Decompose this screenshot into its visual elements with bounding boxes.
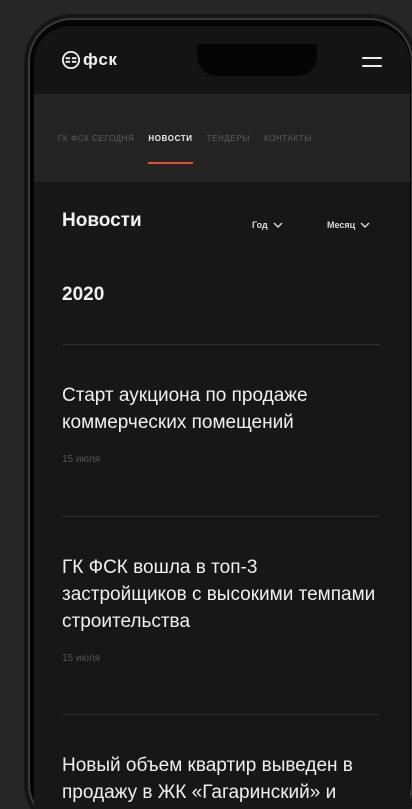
news-item[interactable]: Новый объем квартир выведен в продажу в … <box>62 752 382 809</box>
tab-tenders[interactable]: Тендеры <box>207 134 250 143</box>
news-title[interactable]: ГК ФСК вошла в топ-3 застройщиков с высо… <box>62 554 382 635</box>
news-title[interactable]: Новый объем квартир выведен в продажу в … <box>62 752 382 809</box>
menu-icon[interactable] <box>362 57 382 69</box>
month-filter-label: Месяц <box>327 220 356 230</box>
tab-news[interactable]: Новости <box>148 134 193 164</box>
news-item[interactable]: ГК ФСК вошла в топ-3 застройщиков с высо… <box>62 554 382 664</box>
section-tabs: ГК ФСК сегодня Новости Тендеры Контакты <box>34 94 410 182</box>
phone-notch <box>197 44 317 76</box>
news-date: 15 июля <box>62 653 101 664</box>
chevron-down-icon <box>273 222 283 228</box>
divider <box>62 516 380 517</box>
year-filter-label: Год <box>252 220 268 230</box>
divider <box>62 344 380 345</box>
phone-mockup-stage: фск ГК ФСК сегодня Новости Тендеры Конта… <box>0 0 412 809</box>
news-title[interactable]: Старт аукциона по продаже коммерческих п… <box>62 382 382 436</box>
year-heading: 2020 <box>62 284 105 305</box>
year-filter[interactable]: Год <box>252 220 283 230</box>
brand-logo-text: фск <box>83 50 118 69</box>
tab-contacts[interactable]: Контакты <box>264 134 312 143</box>
chevron-down-icon <box>360 222 370 228</box>
divider <box>62 714 380 715</box>
brand-logo[interactable]: фск <box>62 50 117 70</box>
news-date: 15 июля <box>62 454 101 465</box>
tab-company-today[interactable]: ГК ФСК сегодня <box>58 134 134 143</box>
month-filter[interactable]: Месяц <box>327 220 370 230</box>
phone-screen: фск ГК ФСК сегодня Новости Тендеры Конта… <box>34 26 410 809</box>
title-row: Новости Год Месяц <box>62 210 392 240</box>
news-item[interactable]: Старт аукциона по продаже коммерческих п… <box>62 382 382 465</box>
fsk-logo-icon <box>62 51 80 69</box>
page-title: Новости <box>62 210 142 231</box>
